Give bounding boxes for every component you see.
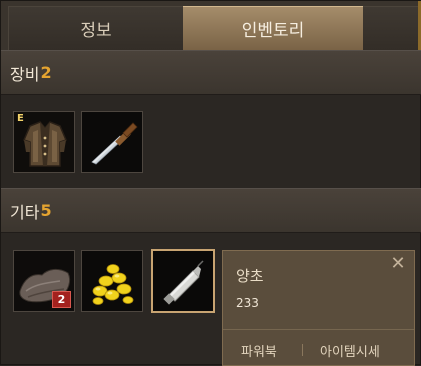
item-slot-candle[interactable] [151,249,215,313]
gold-coins-icon [82,251,142,311]
powerbook-link[interactable]: 파워북 [241,341,277,360]
knife-icon [82,112,142,172]
section-label: 장비 [10,64,40,84]
section-header-misc: 기타 5 [1,188,421,233]
tooltip-item-name: 양초 [236,267,264,285]
section-header-equipment: 장비 2 [1,50,421,95]
tooltip-divider [223,329,414,330]
close-icon[interactable]: ✕ [389,255,407,273]
section-count: 2 [40,63,52,82]
item-price-link[interactable]: 아이템시세 [320,341,380,360]
item-slot-knife[interactable] [81,111,143,173]
tab-info[interactable]: 정보 [8,6,183,50]
tab-bar: 정보 인벤토리 [1,1,421,50]
candle-icon [153,251,213,311]
item-slot-jacket[interactable]: E [13,111,75,173]
action-separator [302,344,303,356]
equipped-badge: E [17,113,24,124]
tab-inventory[interactable]: 인벤토리 [183,6,363,50]
item-slot-gold-coins[interactable] [81,250,143,312]
section-label: 기타 [10,202,40,222]
tab-empty [363,6,421,50]
item-tooltip: 양초 233 ✕ 파워북 아이템시세 [222,250,415,366]
inventory-panel: 정보 인벤토리 장비 2 E 기타 5 2 양초 233 ✕ 파워북 아이템시세 [0,0,421,366]
item-slot-leather[interactable]: 2 [13,250,75,312]
section-count: 5 [40,201,52,220]
item-count-badge: 2 [52,291,71,308]
tooltip-item-value: 233 [236,296,259,310]
